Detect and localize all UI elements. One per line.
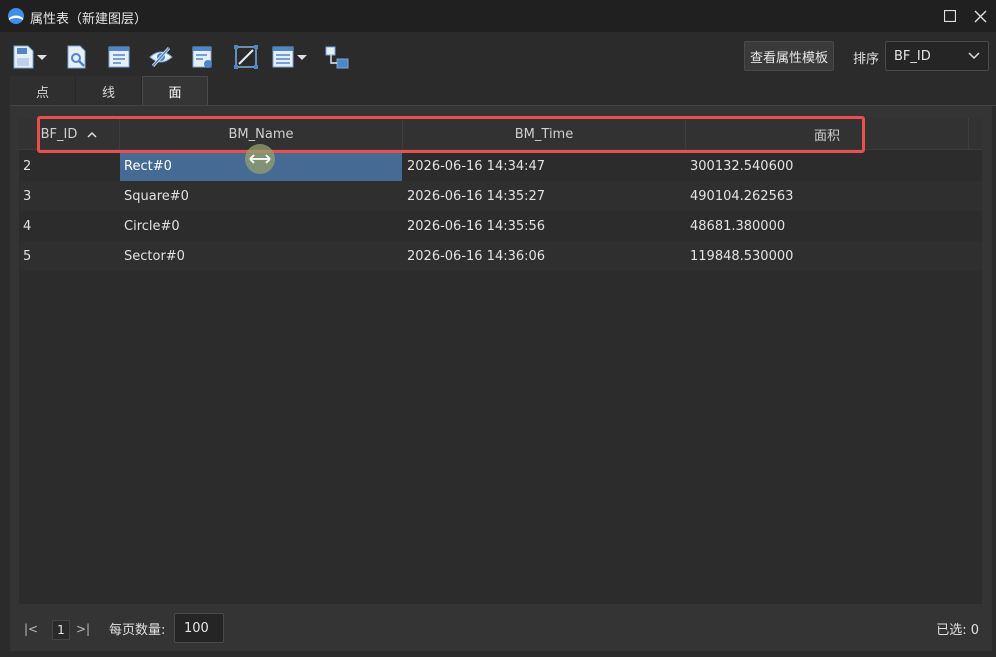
table-row[interactable]: 4 Circle#0 2026-06-16 14:35:56 48681.380… xyxy=(19,211,982,241)
relate-button[interactable] xyxy=(325,44,349,70)
resize-horizontal-icon xyxy=(249,154,271,164)
table-row[interactable]: 3 Square#0 2026-06-16 14:35:27 490104.26… xyxy=(19,181,982,211)
find-record-icon xyxy=(67,45,86,69)
close-button[interactable] xyxy=(968,4,992,28)
hide-button[interactable] xyxy=(149,44,173,70)
cell-bm-name[interactable]: Sector#0 xyxy=(120,241,403,271)
cell-bm-name[interactable]: Circle#0 xyxy=(120,211,403,241)
per-page-input[interactable]: 100 xyxy=(174,613,224,643)
save-button[interactable] xyxy=(12,44,47,70)
cell-bf-id[interactable]: 5 xyxy=(19,241,120,271)
cell-area[interactable]: 300132.540600 xyxy=(686,151,969,181)
cell-bm-time[interactable]: 2026-06-16 14:34:47 xyxy=(403,151,686,181)
find-record-button[interactable] xyxy=(66,44,88,70)
save-icon xyxy=(13,45,34,69)
selected-count-value: 0 xyxy=(970,623,979,638)
last-page-button[interactable]: >| xyxy=(76,622,90,636)
cell-bm-time[interactable]: 2026-06-16 14:35:56 xyxy=(403,211,686,241)
cell-bf-id[interactable]: 3 xyxy=(19,181,120,211)
maximize-button[interactable] xyxy=(938,4,962,28)
cell-area[interactable]: 119848.530000 xyxy=(686,241,969,271)
field-calc-button[interactable] xyxy=(192,44,214,70)
chevron-down-icon xyxy=(297,54,307,60)
column-header-bf-id[interactable]: BF_ID xyxy=(19,118,120,150)
selected-label: 已选: xyxy=(936,623,967,638)
column-header-label: 面积 xyxy=(813,128,840,144)
table-options-icon xyxy=(272,46,294,68)
window-title: 属性表（新建图层） xyxy=(30,12,148,27)
geometry-tabs: 点 线 面 xyxy=(10,76,208,106)
first-page-button[interactable]: |< xyxy=(24,622,38,636)
column-header-label: BF_ID xyxy=(40,126,78,142)
cell-bm-time[interactable]: 2026-06-16 14:36:06 xyxy=(403,241,686,271)
attribute-table: BF_ID BM_Name BM_Time 面积 2 Rect#0 2026-0… xyxy=(19,118,982,604)
maximize-icon xyxy=(944,10,956,22)
field-calc-icon xyxy=(192,46,212,68)
app-logo-icon xyxy=(8,8,24,24)
selected-count: 已选: 0 xyxy=(936,619,979,638)
zoom-to-icon xyxy=(234,45,258,69)
close-icon xyxy=(974,10,986,22)
edit-field-button[interactable] xyxy=(108,44,130,70)
table-row[interactable]: 5 Sector#0 2026-06-16 14:36:06 119848.53… xyxy=(19,241,982,271)
column-resize-cursor xyxy=(245,144,275,174)
table-options-button[interactable] xyxy=(272,44,307,70)
tab-point[interactable]: 点 xyxy=(10,76,76,106)
cell-area[interactable]: 48681.380000 xyxy=(686,211,969,241)
per-page-label: 每页数量: xyxy=(109,623,166,638)
page-number[interactable]: 1 xyxy=(52,620,70,640)
cell-bm-time[interactable]: 2026-06-16 14:35:27 xyxy=(403,181,686,211)
view-attribute-template-button[interactable]: 查看属性模板 xyxy=(744,41,834,71)
chevron-down-icon xyxy=(968,52,980,60)
pagination-bar: |< 1 >| 每页数量: 100 已选: 0 xyxy=(10,604,992,651)
sort-ascending-icon xyxy=(87,131,97,138)
tab-polygon[interactable]: 面 xyxy=(142,76,208,106)
cell-bf-id[interactable]: 2 xyxy=(19,151,120,181)
tab-line[interactable]: 线 xyxy=(76,76,142,106)
toolbar xyxy=(0,32,996,76)
sort-select-value: BF_ID xyxy=(894,48,931,64)
chevron-down-icon xyxy=(37,54,47,60)
cell-area[interactable]: 490104.262563 xyxy=(686,181,969,211)
cell-bm-name[interactable]: Square#0 xyxy=(120,181,403,211)
edit-field-icon xyxy=(108,46,130,68)
relate-icon xyxy=(325,46,349,69)
column-header-label: BM_Name xyxy=(228,126,294,142)
title-bar: 属性表（新建图层） xyxy=(0,0,996,32)
zoom-to-button[interactable] xyxy=(234,44,258,70)
cell-bf-id[interactable]: 4 xyxy=(19,211,120,241)
column-header-label: BM_Time xyxy=(514,126,574,142)
sort-select[interactable]: BF_ID xyxy=(885,41,989,71)
table-row[interactable]: 2 Rect#0 2026-06-16 14:34:47 300132.5406… xyxy=(19,151,982,181)
column-header-bm-time[interactable]: BM_Time xyxy=(403,118,686,150)
sort-label: 排序 xyxy=(853,52,880,67)
hide-icon xyxy=(149,47,173,67)
column-header-area[interactable]: 面积 xyxy=(686,118,969,150)
table-header: BF_ID BM_Name BM_Time 面积 xyxy=(19,118,982,150)
